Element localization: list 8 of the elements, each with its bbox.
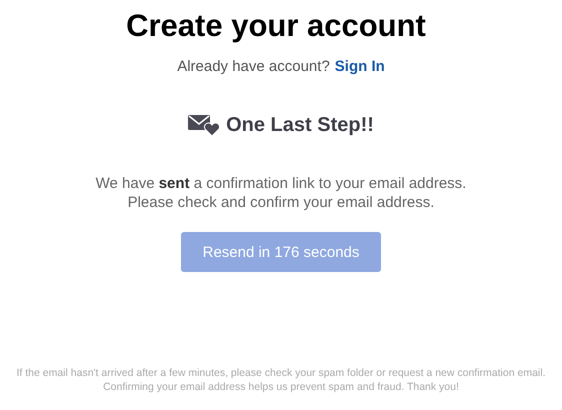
message-line: We have sent a confirmation link to your email address. — [96, 175, 466, 192]
signin-prompt: Already have account? — [177, 58, 330, 75]
mail-heart-icon — [188, 113, 220, 137]
page-title: Create your account — [126, 8, 427, 44]
step-heading: One Last Step!! — [226, 114, 374, 136]
signin-link[interactable]: Sign In — [334, 58, 385, 75]
message-line: Please check and confirm your email address. — [128, 194, 434, 211]
footer-note: If the email hasn't arrived after a few minutes, please check your spam folder or request a new confirmation email. Confirming your email address helps us prevent spam and fraud. Thank you! — [15, 366, 546, 394]
